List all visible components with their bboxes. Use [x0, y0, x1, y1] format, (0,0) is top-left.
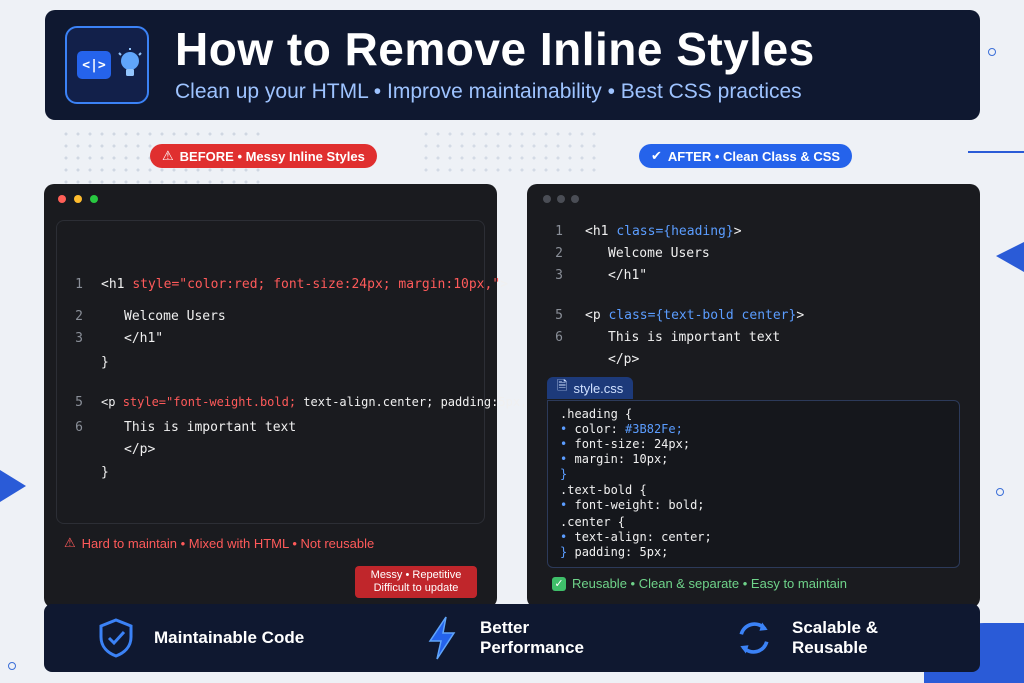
after-code-panel: 1 <h1 class={heading}> 2 Welcome Users 3… [527, 184, 980, 608]
line-number: 2 [75, 309, 83, 324]
code-line: <h1 class={heading}> [585, 224, 742, 239]
code-line: <p style="font-weight.bold; text-align.c… [101, 395, 542, 409]
code-line: </p> [608, 352, 640, 367]
window-minimize-dot [74, 195, 82, 203]
line-number: 5 [75, 395, 83, 410]
css-line: • font-weight: bold; [560, 498, 705, 512]
code-line: <p class={text-bold center}> [585, 308, 805, 323]
css-line: • font-size: 24px; [560, 437, 691, 451]
before-label-text: BEFORE • Messy Inline Styles [179, 148, 365, 164]
css-line: } [560, 467, 568, 481]
window-maximize-dot [90, 195, 98, 203]
lightbulb-icon [117, 48, 143, 89]
line-number: 6 [555, 330, 563, 345]
background-ring [8, 662, 16, 670]
window-close-dot [58, 195, 66, 203]
css-line: • margin: 10px; [560, 452, 669, 466]
css-line: .heading { [560, 407, 633, 421]
background-line [968, 151, 1024, 153]
line-number: 6 [75, 420, 83, 435]
code-line: </h1" [608, 268, 648, 283]
refresh-icon [734, 618, 774, 658]
header-banner: <|> How to Remove Inline Styles Clean up… [45, 10, 980, 120]
feature-label: Maintainable Code [154, 628, 305, 647]
code-line: Welcome Users [124, 309, 226, 324]
css-line: .text-bold { [560, 483, 647, 497]
css-file-tab-label: style.css [573, 380, 624, 396]
checkbox-icon: ✓ [552, 576, 566, 591]
feature-maintainable: Maintainable Code [96, 616, 304, 660]
code-line: Welcome Users [608, 246, 710, 261]
messy-badge-line: Messy • Repetitive [370, 569, 462, 581]
before-code-panel: 1 <h1 style="color:red; font-size:24px; … [44, 184, 542, 608]
code-line: </h1" [124, 331, 164, 346]
after-label: ✔ AFTER • Clean Class & CSS [639, 144, 853, 168]
before-label: ⚠ BEFORE • Messy Inline Styles [150, 144, 377, 168]
code-line: } [101, 465, 109, 480]
before-issues-text: Hard to maintain • Mixed with HTML • Not… [81, 535, 375, 551]
background-dots [420, 128, 600, 178]
code-icon: <|> [77, 51, 111, 79]
window-dot [557, 195, 565, 203]
code-line: } [101, 355, 109, 370]
window-dot [571, 195, 579, 203]
background-ring [996, 488, 1004, 496]
before-code-editor: 1 <h1 style="color:red; font-size:24px; … [56, 220, 542, 524]
file-icon: 🗎 [557, 378, 568, 393]
page-title: How to Remove Inline Styles [175, 23, 815, 75]
feature-label: Better Performance [480, 618, 584, 657]
logo: <|> [65, 26, 149, 104]
line-number: 3 [555, 268, 563, 283]
background-triangle [0, 470, 26, 502]
line-number: 5 [555, 308, 563, 323]
code-line: </p> [124, 442, 156, 457]
css-file-tab[interactable]: 🗎 style.css [547, 377, 634, 399]
code-line: <h1 style="color:red; font-size:24px; ma… [101, 277, 508, 292]
check-circle-icon: ✔ [651, 148, 662, 163]
footer-features: Maintainable Code Better Performance Sca… [44, 604, 980, 672]
background-ring [988, 48, 996, 56]
code-line: This is important text [608, 330, 781, 345]
lightning-icon [422, 616, 462, 660]
after-benefits-text: Reusable • Clean & separate • Easy to ma… [572, 576, 848, 591]
feature-performance: Better Performance [422, 616, 584, 660]
after-label-text: AFTER • Clean Class & CSS [667, 148, 841, 164]
page-subtitle: Clean up your HTML • Improve maintainabi… [175, 80, 802, 103]
warning-icon: ⚠ [64, 535, 76, 550]
line-number: 3 [75, 331, 83, 346]
warning-icon: ⚠ [162, 148, 174, 163]
code-line: This is important text [124, 420, 297, 435]
css-code-editor: .heading { • color: #3B82Fe; • font-size… [547, 400, 960, 568]
line-number: 2 [555, 246, 563, 261]
feature-label: Scalable & Reusable [792, 618, 878, 657]
messy-badge-line: Difficult to update [373, 582, 459, 594]
after-benefits: ✓ Reusable • Clean & separate • Easy to … [552, 576, 847, 591]
window-dot [543, 195, 551, 203]
css-line: .center { [560, 515, 626, 529]
messy-badge: Messy • Repetitive Difficult to update [355, 566, 477, 598]
before-issues: ⚠ Hard to maintain • Mixed with HTML • N… [64, 535, 374, 551]
css-line: • color: #3B82Fe; [560, 422, 683, 436]
css-line: } padding: 5px; [560, 545, 669, 559]
feature-scalable: Scalable & Reusable [734, 616, 878, 660]
background-triangle [996, 242, 1024, 272]
css-line: • text-align: center; [560, 530, 712, 544]
line-number: 1 [555, 224, 563, 239]
line-number: 1 [75, 277, 83, 292]
shield-check-icon [96, 618, 136, 658]
